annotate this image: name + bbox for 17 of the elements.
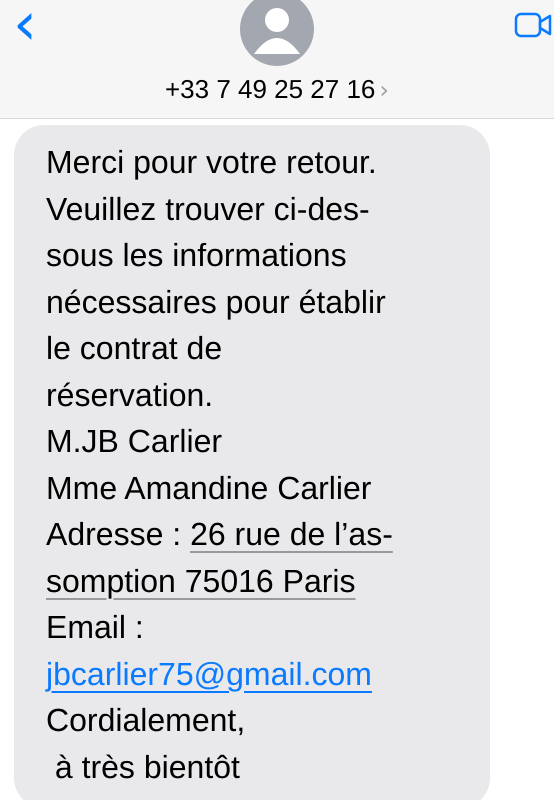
message-text: sous les informations bbox=[46, 237, 347, 273]
message-text: M.JB Carlier bbox=[46, 423, 222, 459]
address-link[interactable]: somption 75016 Paris bbox=[46, 562, 356, 598]
message-text: à très bientôt bbox=[54, 748, 240, 784]
contact-button[interactable]: +33 7 49 25 27 16› bbox=[165, 74, 389, 105]
message-text: Adresse : bbox=[46, 516, 182, 552]
message-text: Mme Amandine Carlier bbox=[46, 470, 372, 506]
address-link[interactable]: 26 rue de l’as- bbox=[190, 516, 393, 552]
message-text: réservation. bbox=[46, 376, 214, 412]
back-button[interactable]: ‹ bbox=[10, 4, 40, 44]
message-text: Email : bbox=[46, 609, 144, 645]
video-call-icon[interactable] bbox=[514, 12, 552, 38]
message-text: Cordialement, bbox=[46, 702, 246, 738]
message-text: Veuillez trouver ci-des- bbox=[46, 190, 370, 226]
message-text: Merci pour votre retour. bbox=[46, 144, 377, 180]
message-text: nécessaires pour établir bbox=[46, 284, 386, 320]
message-text: le contrat de bbox=[46, 330, 222, 366]
